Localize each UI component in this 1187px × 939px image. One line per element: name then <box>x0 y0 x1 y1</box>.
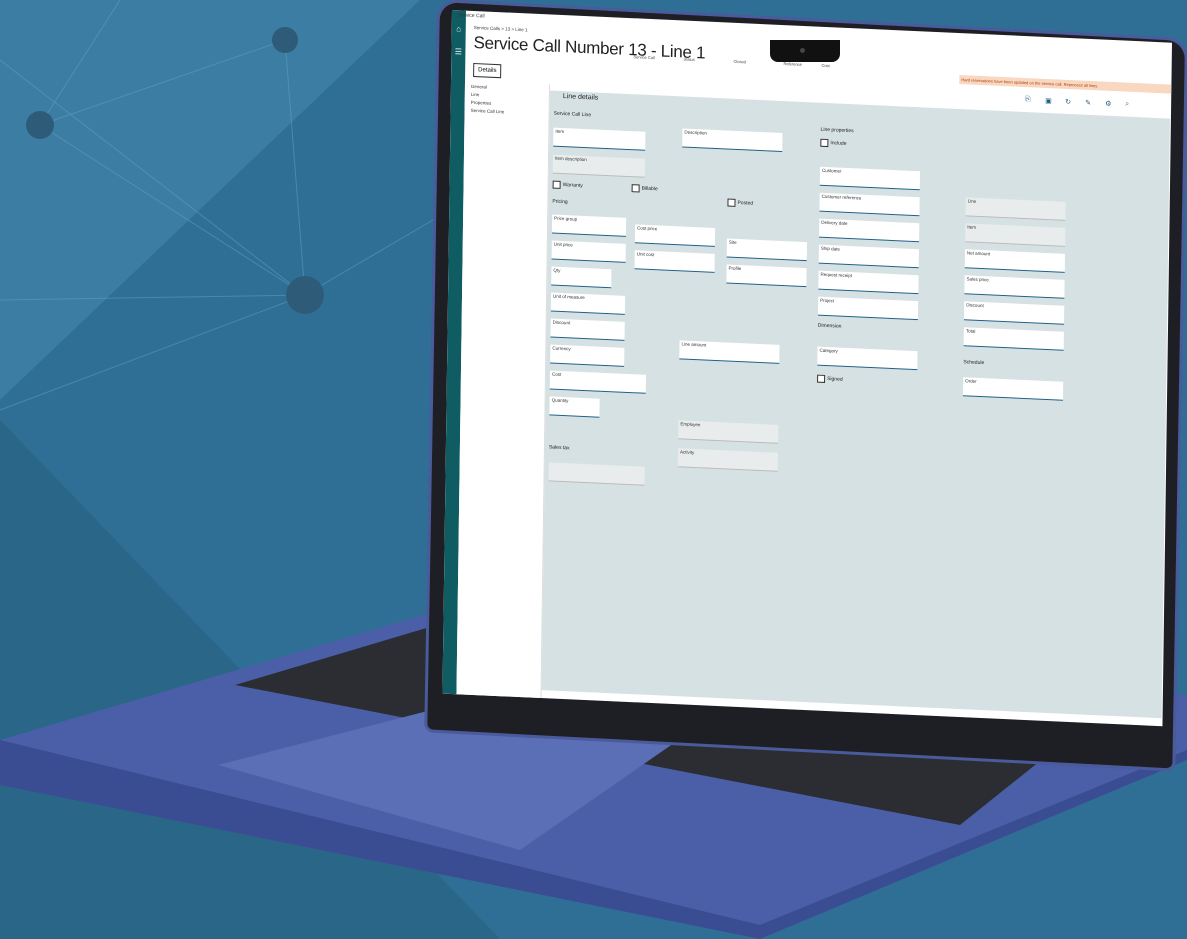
details-button[interactable]: Details <box>473 62 502 79</box>
profile-field[interactable]: Profile <box>726 264 807 288</box>
search-icon[interactable]: ⌕ <box>1125 101 1129 109</box>
breadcrumb[interactable]: Service Calls > 13 > Line 1 <box>474 25 528 32</box>
include-label: Include <box>830 140 847 147</box>
site-field[interactable]: Site <box>726 238 807 262</box>
quantity-field[interactable]: Quantity <box>549 396 600 418</box>
tree-item[interactable]: General <box>471 84 543 92</box>
attach-icon[interactable]: ✎ <box>1085 99 1091 107</box>
sales-tax-label: Sales tax <box>548 444 570 452</box>
tree-pane: General Line Properties Service Call Lin… <box>456 80 551 705</box>
cost-price-field[interactable]: Cost price <box>634 224 716 247</box>
dimension-heading: Dimension <box>817 322 842 330</box>
price-group-field[interactable]: Price group <box>551 214 627 237</box>
warranty-label: Warranty <box>562 182 583 189</box>
qty-field[interactable]: Qty <box>551 266 612 289</box>
tree-item[interactable]: Properties <box>471 100 543 108</box>
unit-price-field[interactable]: Unit price <box>551 240 626 263</box>
window-title: Service Call <box>457 12 485 20</box>
billable-checkbox[interactable] <box>631 184 640 193</box>
schedule-heading: Schedule <box>963 359 985 367</box>
settings-icon[interactable]: ⚙ <box>1105 100 1111 108</box>
header-field: Service Call <box>633 54 655 61</box>
discount-field[interactable]: Discount <box>550 318 625 341</box>
signed-label: Signed <box>827 376 843 383</box>
page-title: Service Call Number 13 - Line 1 <box>473 32 706 63</box>
include-checkbox[interactable] <box>820 138 829 148</box>
header-field: Cost <box>821 62 830 69</box>
billable-label: Billable <box>641 185 658 193</box>
header-field: Status <box>683 56 695 63</box>
posted-checkbox[interactable] <box>727 198 736 207</box>
tree-item[interactable]: Line <box>471 92 543 100</box>
unit-cost-field[interactable]: Unit cost <box>634 250 715 273</box>
signed-checkbox[interactable] <box>817 374 826 383</box>
tree-item[interactable]: Service Call Line <box>471 108 543 116</box>
camera-icon <box>800 48 805 53</box>
copy-icon[interactable]: ⎘ <box>1025 96 1031 104</box>
refresh-icon[interactable]: ↻ <box>1065 98 1071 106</box>
currency-field[interactable]: Currency <box>550 344 625 367</box>
workspaces-icon[interactable]: ☰ <box>451 47 465 57</box>
warning-banner: Hard reservations have been updated on t… <box>959 75 1172 94</box>
warranty-checkbox[interactable] <box>552 180 561 189</box>
app-window: ⌂ ☰ Service Call Service Calls > 13 > Li… <box>442 10 1172 727</box>
save-icon[interactable]: ▣ <box>1045 97 1052 105</box>
camera-notch <box>770 40 840 62</box>
posted-label: Posted <box>737 199 754 207</box>
unit-of-measure-field[interactable]: Unit of measure <box>550 292 626 315</box>
home-icon[interactable]: ⌂ <box>452 24 466 34</box>
header-field: Closed <box>733 58 746 65</box>
pricing-heading: Pricing <box>552 198 568 206</box>
